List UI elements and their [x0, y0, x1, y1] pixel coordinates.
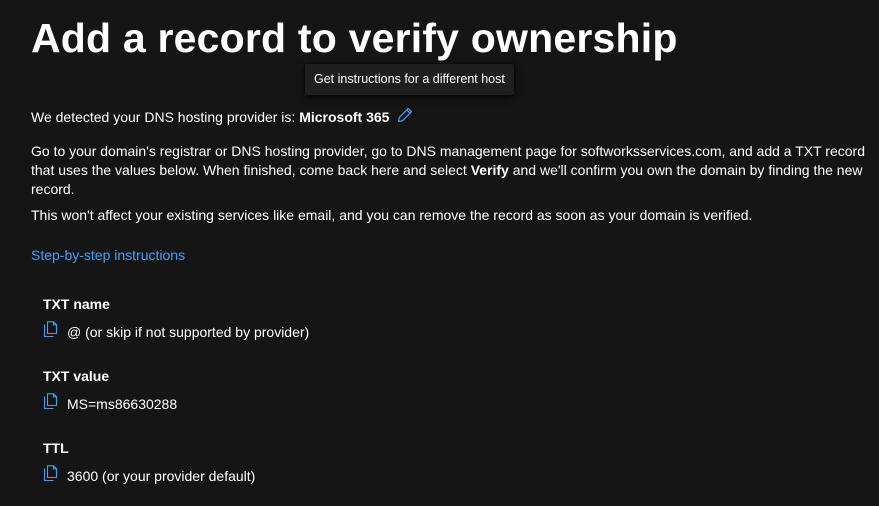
instructions-paragraph: Go to your domain's registrar or DNS hos…	[31, 142, 871, 199]
txt-value-value: MS=ms86630288	[67, 396, 178, 412]
step-by-step-link[interactable]: Step-by-step instructions	[31, 246, 185, 264]
page-title: Add a record to verify ownership	[31, 15, 678, 61]
ttl-label: TTL	[43, 440, 69, 456]
copy-icon	[43, 464, 58, 481]
txt-name-row: @ (or skip if not supported by provider)	[43, 320, 310, 341]
note-paragraph: This won't affect your existing services…	[31, 207, 753, 223]
copy-txt-value-button[interactable]	[43, 392, 59, 410]
change-host-button[interactable]	[397, 107, 413, 123]
txt-value-row: MS=ms86630288	[43, 392, 178, 413]
copy-ttl-button[interactable]	[43, 464, 59, 482]
txt-name-value: @ (or skip if not supported by provider)	[67, 324, 310, 340]
detected-provider-line: We detected your DNS hosting provider is…	[31, 108, 413, 126]
verify-keyword: Verify	[470, 162, 509, 178]
copy-icon	[43, 320, 58, 337]
ttl-row: 3600 (or your provider default)	[43, 464, 256, 485]
copy-txt-name-button[interactable]	[43, 320, 59, 338]
verify-ownership-page: Add a record to verify ownership Get ins…	[0, 0, 879, 506]
detected-provider-prefix: We detected your DNS hosting provider is…	[31, 109, 300, 125]
tooltip-different-host: Get instructions for a different host	[305, 64, 514, 95]
txt-name-label: TXT name	[43, 296, 110, 312]
pencil-icon	[398, 108, 413, 123]
copy-icon	[43, 392, 58, 409]
txt-value-label: TXT value	[43, 368, 110, 384]
ttl-value: 3600 (or your provider default)	[67, 468, 256, 484]
provider-name: Microsoft 365	[299, 109, 390, 125]
